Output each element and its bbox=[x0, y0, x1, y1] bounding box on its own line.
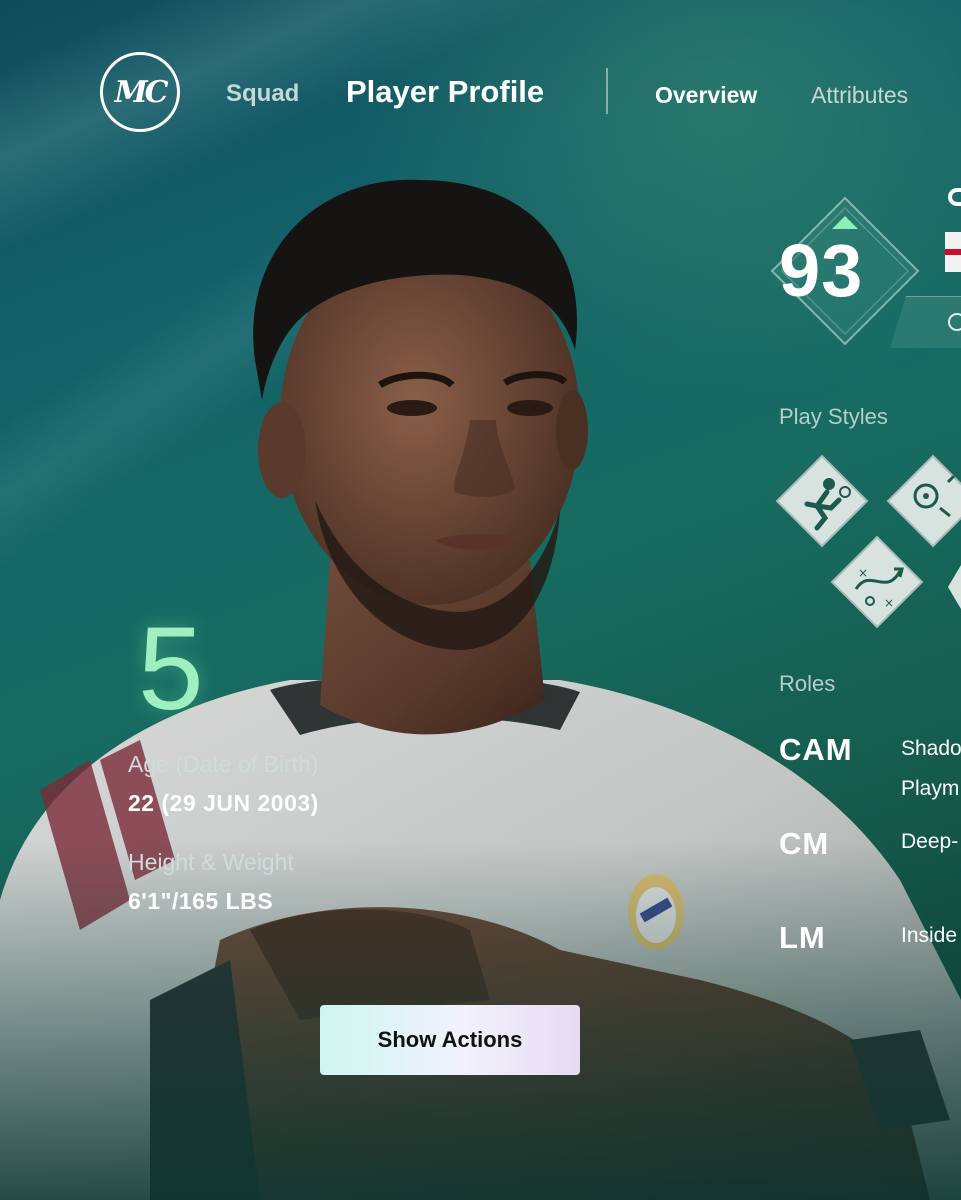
role-name-lm[interactable]: Inside bbox=[901, 924, 957, 948]
nav-squad-link[interactable]: Squad bbox=[226, 80, 299, 108]
height-weight-value: 6'1"/165 LBS bbox=[128, 888, 274, 914]
tab-overview[interactable]: Overview bbox=[655, 82, 757, 109]
tab-attributes[interactable]: Attributes bbox=[811, 82, 908, 109]
svg-text:×: × bbox=[858, 566, 868, 580]
show-actions-button[interactable]: Show Actions bbox=[320, 1005, 580, 1075]
role-name-cm[interactable]: Deep- bbox=[901, 830, 958, 854]
role-name-cam-2[interactable]: Playm bbox=[901, 777, 959, 801]
page-title: Player Profile bbox=[346, 74, 545, 109]
app-logo[interactable]: MC bbox=[100, 52, 180, 132]
play-styles-label: Play Styles bbox=[779, 404, 888, 429]
age-value: 22 (29 JUN 2003) bbox=[128, 790, 319, 816]
app-logo-text: MC bbox=[114, 74, 168, 110]
role-position-lm: LM bbox=[779, 920, 826, 955]
role-name-cam-1[interactable]: Shado bbox=[901, 737, 961, 761]
role-position-cam: CAM bbox=[779, 732, 853, 767]
age-label: Age (Date of Birth) bbox=[128, 751, 319, 777]
jersey-number: 5 bbox=[138, 603, 204, 735]
header-divider bbox=[606, 68, 608, 114]
info-icon bbox=[948, 313, 961, 331]
role-position-cm: CM bbox=[779, 826, 830, 861]
nation-flag-icon bbox=[945, 232, 961, 272]
player-name-fragment bbox=[948, 188, 961, 206]
overall-rating: 93 bbox=[779, 229, 864, 312]
svg-text:×: × bbox=[884, 596, 894, 610]
playstyle-tactics-board-icon[interactable]: × × bbox=[822, 527, 932, 637]
roles-label: Roles bbox=[779, 671, 836, 696]
height-weight-label: Height & Weight bbox=[128, 849, 294, 875]
